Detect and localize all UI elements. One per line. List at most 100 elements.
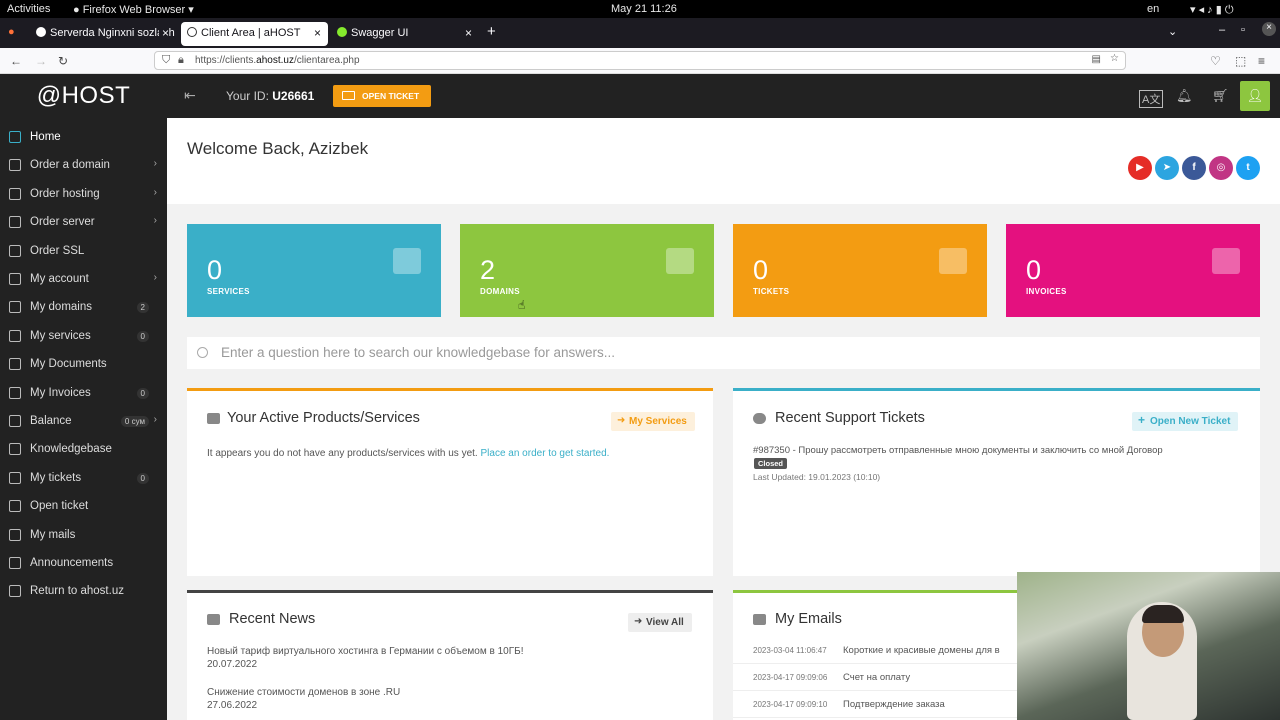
news-item-title[interactable]: Новый тариф виртуального хостинга в Герм… [207,646,524,657]
stat-label: SERVICES [207,287,250,296]
sidebar-item-icon [9,188,21,200]
close-window-icon[interactable]: × [1262,22,1276,36]
minimize-icon[interactable]: – [1219,24,1225,36]
facebook-icon[interactable]: f [1182,156,1206,180]
knowledgebase-search-input[interactable]: Enter a question here to search our know… [187,337,1260,369]
twitter-icon[interactable]: t [1236,156,1260,180]
shield-icon[interactable]: ⛉ [162,54,170,67]
tab-bar: ● Serverda Nginxni sozlash × Client Area… [0,18,1280,48]
menu-icon[interactable]: ≡ [1258,54,1265,68]
bookmark-star-icon[interactable]: ☆ [1110,53,1119,64]
stat-tile-tickets[interactable]: 0 TICKETS [733,224,987,317]
view-all-label: View All [646,617,684,628]
client-id-label: Your ID: [226,89,269,103]
stat-tile-domains[interactable]: 2 DOMAINS [460,224,714,317]
sidebar-item-my-documents[interactable]: My Documents [0,351,167,379]
collapse-sidebar-icon[interactable]: ⇤ [184,87,196,104]
tab-favicon-icon [187,27,197,37]
forward-icon[interactable]: → [35,54,47,68]
sidebar-item-icon [9,585,21,597]
sidebar-item-my-services[interactable]: My services 0 [0,323,167,351]
extensions-icon[interactable]: ⬚ [1235,54,1246,68]
sidebar-item-icon [9,273,21,285]
tab-client-area[interactable]: Client Area | aHOST × [181,22,328,46]
email-date: 2023-03-04 11:06:47 [753,646,827,655]
app-menu[interactable]: ● Firefox Web Browser ▾ [73,3,194,16]
reload-icon[interactable]: ↻ [58,54,68,68]
list-tabs-icon[interactable]: ⌄ [1168,25,1177,38]
youtube-icon[interactable]: ▶ [1128,156,1152,180]
back-icon[interactable]: ← [10,54,22,68]
tab-nginx[interactable]: Serverda Nginxni sozlash × [30,22,176,46]
sidebar-item-my-mails[interactable]: My mails [0,522,167,550]
sidebar-item-icon [9,500,21,512]
sidebar-item-return-to-ahost-uz[interactable]: Return to ahost.uz [0,578,167,606]
my-services-button[interactable]: ➜ My Services [611,412,695,431]
sidebar-item-my-invoices[interactable]: My Invoices 0 [0,380,167,408]
sidebar-item-icon [9,529,21,541]
new-tab-icon[interactable]: + [487,23,496,40]
sidebar-item-announcements[interactable]: Announcements [0,550,167,578]
url-bar[interactable]: ⛉ 🔒︎ https://clients.ahost.uz/clientarea… [154,51,1126,70]
count-badge: 0 [136,473,149,484]
ticket-icon [342,91,355,100]
open-ticket-button[interactable]: OPEN TICKET [333,85,431,107]
stat-tile-invoices[interactable]: 0 INVOICES [1006,224,1260,317]
email-row[interactable]: 2023-04-17 09:09:06 Счет на оплату [733,664,1017,691]
sidebar-item-open-ticket[interactable]: Open ticket [0,493,167,521]
tab-favicon-icon [337,27,347,37]
cube-icon [207,413,220,424]
sidebar-item-my-account[interactable]: My account › [0,266,167,294]
telegram-icon[interactable]: ➤ [1155,156,1179,180]
domains-icon [666,248,694,274]
user-account-icon[interactable]: 👤︎ [1240,81,1270,111]
instagram-icon[interactable]: ◎ [1209,156,1233,180]
tab-label: Serverda Nginxni sozlash [50,27,175,39]
logo[interactable]: @HOST [0,82,167,110]
reader-view-icon[interactable]: ▤ [1092,54,1101,65]
sidebar-item-order-ssl[interactable]: Order SSL [0,238,167,266]
language-indicator[interactable]: en [1147,3,1159,15]
sidebar-item-my-domains[interactable]: My domains 2 [0,294,167,322]
sidebar-item-order-hosting[interactable]: Order hosting › [0,181,167,209]
firefox-view-icon[interactable]: ● [8,26,15,38]
close-tab-icon[interactable]: × [465,26,472,40]
lock-icon[interactable]: 🔒︎ [178,54,184,67]
tickets-icon [939,248,967,274]
language-switch-icon[interactable]: A文 [1139,90,1164,108]
stat-label: INVOICES [1026,287,1067,296]
bell-icon[interactable]: 🔔︎ [1176,88,1193,104]
welcome-banner [167,118,1280,204]
chevron-right-icon: › [153,187,157,198]
sidebar-item-icon [9,245,21,257]
ticket-link[interactable]: #987350 - Прошу рассмотреть отправленные… [753,445,1163,456]
email-row[interactable]: 2023-04-17 09:09:10 Подтверждение заказа [733,691,1017,718]
news-item-title[interactable]: Снижение стоимости доменов в зоне .RU [207,687,400,698]
view-all-button[interactable]: ➜ View All [628,613,692,632]
email-row[interactable]: 2023-03-04 11:06:47 Короткие и красивые д… [733,637,1017,664]
close-tab-icon[interactable]: × [158,26,169,40]
open-new-ticket-label: Open New Ticket [1150,416,1231,427]
maximize-icon[interactable]: ▫ [1241,24,1245,36]
activities-button[interactable]: Activities [7,3,50,15]
open-new-ticket-button[interactable]: + Open New Ticket [1132,412,1239,431]
place-order-link[interactable]: Place an order to get started. [480,448,609,459]
sidebar-item-balance[interactable]: Balance 0 сум › [0,408,167,436]
sidebar-item-icon [9,387,21,399]
pocket-icon[interactable]: ♡ [1210,54,1221,68]
close-tab-icon[interactable]: × [314,26,321,40]
sidebar-item-order-a-domain[interactable]: Order a domain › [0,152,167,180]
system-tray-icons[interactable]: ▾ ◂ ♪ ▮ ⏻ [1190,3,1234,17]
sidebar-item-icon [9,443,21,455]
tab-swagger[interactable]: Swagger UI × [331,22,479,46]
sidebar-item-home[interactable]: Home [0,124,167,152]
clock[interactable]: May 21 11:26 [611,3,677,15]
presenter-hair [1142,605,1184,623]
search-icon [197,347,208,358]
cart-icon[interactable]: 🛒︎ [1212,88,1229,104]
sidebar-item-knowledgebase[interactable]: Knowledgebase [0,436,167,464]
sidebar-item-my-tickets[interactable]: My tickets 0 [0,465,167,493]
tickets-title: Recent Support Tickets [775,410,925,426]
stat-tile-services[interactable]: 0 SERVICES [187,224,441,317]
sidebar-item-order-server[interactable]: Order server › [0,209,167,237]
